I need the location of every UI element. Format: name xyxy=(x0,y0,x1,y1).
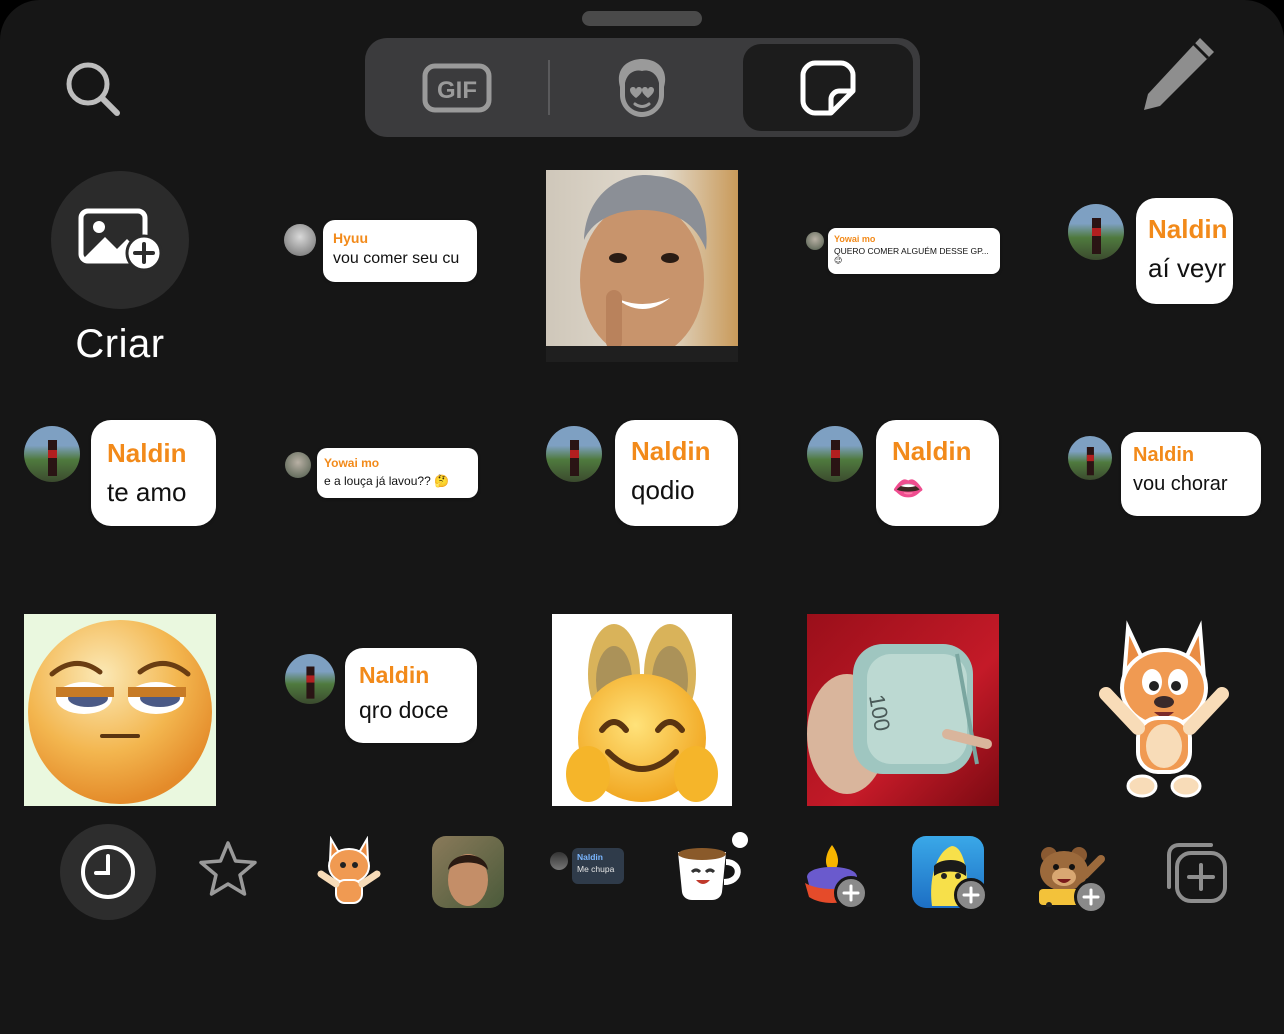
avatar xyxy=(546,426,602,482)
create-sticker-button[interactable] xyxy=(51,171,189,309)
sticker-photo-boy[interactable] xyxy=(546,170,738,362)
avatar xyxy=(1068,204,1124,260)
sticker-chat-naldin-ai-veyr[interactable]: Naldin aí veyr xyxy=(1068,198,1233,306)
avatar xyxy=(1068,436,1112,480)
tab-divider xyxy=(548,60,550,115)
message-text: te amo xyxy=(107,477,187,507)
avatar xyxy=(807,426,863,482)
drag-handle[interactable] xyxy=(582,11,702,26)
sticker-sheet: GIF Criar Hyuu vou comer seu cu Yowai mo… xyxy=(0,0,1284,1034)
tray-recent[interactable] xyxy=(60,824,156,920)
message-bubble: Naldin vou chorar xyxy=(1121,432,1261,516)
message-bubble: Naldin aí veyr xyxy=(1136,198,1233,304)
avatar xyxy=(285,452,311,478)
tray-pack-coffee[interactable] xyxy=(672,832,748,904)
sender-name: Naldin xyxy=(359,662,430,688)
avatar xyxy=(550,852,568,870)
message-text: aí veyr xyxy=(1148,253,1227,283)
message-text: qodio xyxy=(631,475,695,505)
tab-gif[interactable]: GIF xyxy=(375,44,539,131)
message-text: vou chorar xyxy=(1133,473,1228,495)
add-pack-badge[interactable] xyxy=(954,878,988,912)
sticker-chat-naldin-vou-chorar[interactable]: Naldin vou chorar xyxy=(1068,432,1263,518)
plus-icon xyxy=(1082,888,1100,906)
sender-name: Yowai mo xyxy=(834,234,876,244)
search-icon[interactable] xyxy=(60,56,124,120)
avatar xyxy=(806,232,824,250)
mini-sender-name: Naldin xyxy=(577,852,603,862)
sticker-chat-naldin-qodio[interactable]: Naldin qodio xyxy=(546,420,739,528)
add-pack-badge[interactable] xyxy=(1074,880,1106,912)
coffee-cup-icon xyxy=(678,848,741,900)
pencil-icon[interactable] xyxy=(1138,34,1218,114)
sender-name: Naldin xyxy=(1133,444,1195,466)
tray-add-sticker-pack[interactable] xyxy=(1158,836,1230,908)
media-type-tabs: GIF xyxy=(365,38,920,137)
tray-favorites[interactable] xyxy=(196,838,260,902)
message-bubble: Yowai mo QUERO COMER ALGUÉM DESSE GP... … xyxy=(828,228,1000,274)
avatar xyxy=(284,224,316,256)
tab-stickers[interactable] xyxy=(743,44,913,131)
sticker-feet-smile-emoji[interactable] xyxy=(552,614,732,806)
mini-message-text: Me chupa xyxy=(577,864,615,874)
message-bubble: Hyuu vou comer seu cu xyxy=(323,220,477,282)
message-text: vou comer seu cu xyxy=(333,250,460,267)
tray-pack-chat[interactable]: Naldin Me chupa xyxy=(550,848,626,886)
sticker-smirk-emoji[interactable] xyxy=(24,614,216,806)
plus-icon xyxy=(842,884,860,902)
message-text: QUERO COMER ALGUÉM DESSE GP... xyxy=(834,246,989,256)
sticker-chat-yowai-louca[interactable]: Yowai mo e a louça já lavou?? 🤔 xyxy=(285,448,480,500)
sticker-icon xyxy=(800,60,856,115)
sticker-chat-naldin-te-amo[interactable]: Naldin te amo xyxy=(24,420,217,528)
message-emoji: 🤔 xyxy=(434,474,450,488)
message-text: e a louça já lavou?? xyxy=(324,474,431,488)
message-bubble: Naldin 👄 xyxy=(876,420,999,526)
message-bubble: Naldin te amo xyxy=(91,420,216,526)
message-bubble: Naldin qodio xyxy=(615,420,738,526)
avatar-face-icon xyxy=(618,58,666,117)
gif-label: GIF xyxy=(437,77,477,104)
message-text: qro doce xyxy=(359,697,449,723)
sticker-chat-naldin-lips[interactable]: Naldin 👄 xyxy=(807,420,1000,528)
message-emoji: 😉 xyxy=(834,256,843,265)
star-icon xyxy=(199,841,257,896)
sticker-money-photo[interactable]: 100 xyxy=(807,614,999,806)
plus-icon xyxy=(962,886,980,904)
message-bubble: Naldin qro doce xyxy=(345,648,477,743)
add-stack-icon xyxy=(1167,843,1227,903)
sticker-chat-yowai-gp[interactable]: Yowai mo QUERO COMER ALGUÉM DESSE GP... … xyxy=(806,228,1000,274)
tray-pack-photo[interactable] xyxy=(432,836,504,908)
sender-name: Naldin xyxy=(631,436,711,466)
tray-pack-banana[interactable] xyxy=(912,836,988,912)
clock-icon xyxy=(81,845,135,899)
tray-pack-bear[interactable] xyxy=(1034,840,1106,912)
sticker-chat-naldin-qro-doce[interactable]: Naldin qro doce xyxy=(285,648,478,744)
add-pack-badge[interactable] xyxy=(834,876,868,910)
sender-name: Naldin xyxy=(1148,214,1228,244)
tray-pack-diwali[interactable] xyxy=(794,836,870,912)
tray-pack-bluey[interactable] xyxy=(316,836,382,908)
sticker-bluey-cartoon[interactable] xyxy=(1098,618,1230,802)
gif-icon: GIF xyxy=(422,63,492,112)
avatar xyxy=(285,654,335,704)
sender-name: Naldin xyxy=(892,436,972,466)
new-indicator-dot xyxy=(732,832,748,848)
avatar xyxy=(24,426,80,482)
message-emoji: 👄 xyxy=(892,473,925,503)
sender-name: Naldin xyxy=(107,438,187,468)
sender-name: Hyuu xyxy=(333,230,368,246)
message-bubble: Yowai mo e a louça já lavou?? 🤔 xyxy=(317,448,478,498)
sticker-chat-hyuu[interactable]: Hyuu vou comer seu cu xyxy=(284,220,479,284)
sender-name: Yowai mo xyxy=(324,456,380,470)
add-image-icon xyxy=(78,208,163,272)
mini-message-bubble: Naldin Me chupa xyxy=(572,848,624,884)
tab-avatar[interactable] xyxy=(560,44,724,131)
create-label: Criar xyxy=(75,322,165,366)
